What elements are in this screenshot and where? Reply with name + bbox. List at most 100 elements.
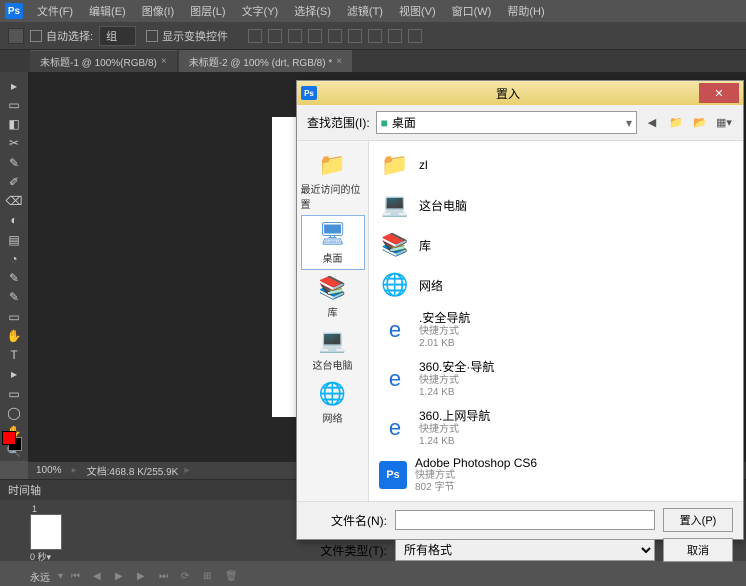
show-transform-label: 显示变换控件 [162,28,228,44]
zoom-level[interactable]: 100% [36,465,62,476]
marquee-tool[interactable]: ▭ [3,95,25,114]
filename-label: 文件名(N): [307,512,387,529]
gradient-tool[interactable]: ▤ [3,230,25,249]
file-item-shortcut[interactable]: e 360.安全·导航 快捷方式 1.24 KB [373,354,739,403]
pen-tool[interactable]: ✎ [3,269,25,288]
up-icon[interactable]: 📁 [667,114,685,132]
next-frame-icon[interactable]: ▶ [137,571,151,583]
place-label: 库 [328,304,338,319]
place-recent[interactable]: 📁 最近访问的位置 [301,147,365,215]
menu-image[interactable]: 图像(I) [134,0,182,22]
align-icon[interactable] [328,29,342,43]
file-name: 360.上网导航 [419,407,490,424]
file-list[interactable]: 📁 zl 💻 这台电脑 📚 库 🌐 网络 e .安全导航 快捷方式 2.0 [369,141,743,501]
menu-select[interactable]: 选择(S) [286,0,339,22]
crop-tool[interactable]: ✂ [3,134,25,153]
app-logo: Ps [5,3,23,19]
new-folder-icon[interactable]: 📂 [691,114,709,132]
filetype-select[interactable]: 所有格式 [395,539,655,561]
cancel-button[interactable]: 取消 [663,538,733,562]
file-item-network[interactable]: 🌐 网络 [373,265,739,305]
menu-type[interactable]: 文字(Y) [234,0,287,22]
delete-frame-icon[interactable]: 🗑 [225,571,239,583]
frame-duration[interactable]: 0 秒▾ [30,550,66,563]
view-menu-icon[interactable]: ▦▾ [715,114,733,132]
shape-tool[interactable]: ▭ [3,307,25,326]
menu-help[interactable]: 帮助(H) [499,0,552,22]
file-meta: 快捷方式 [419,326,470,338]
place-button[interactable]: 置入(P) [663,508,733,532]
align-icons [248,29,422,43]
menu-view[interactable]: 视图(V) [391,0,444,22]
place-desktop[interactable]: 🖥 桌面 [301,215,365,270]
align-icon[interactable] [248,29,262,43]
menu-filter[interactable]: 滤镜(T) [339,0,391,22]
lookin-dropdown[interactable]: ■ 桌面 ▾ [376,111,637,134]
menu-file[interactable]: 文件(F) [29,0,81,22]
rectangle-tool[interactable]: ▭ [3,384,25,403]
options-toolbar: 自动选择: 组 显示变换控件 [0,22,746,50]
auto-select-checkbox[interactable] [30,30,42,42]
folder-icon: 📁 [379,149,411,181]
timeline-frame[interactable] [30,514,62,550]
file-item-shortcut[interactable]: e .安全导航 快捷方式 2.01 KB [373,305,739,354]
first-frame-icon[interactable]: ⏮ [71,571,85,583]
align-icon[interactable] [408,29,422,43]
type-tool[interactable]: T [3,346,25,365]
file-item-shortcut[interactable]: ↔ Bandizip 快捷方式 [373,498,739,501]
file-item-computer[interactable]: 💻 这台电脑 [373,185,739,225]
tab-close-icon[interactable]: × [161,56,167,67]
align-icon[interactable] [268,29,282,43]
menu-layer[interactable]: 图层(L) [182,0,233,22]
direct-select-tool[interactable]: ▸ [3,365,25,384]
align-icon[interactable] [308,29,322,43]
foreground-color-swatch[interactable] [2,431,16,445]
play-icon[interactable]: ▶ [115,571,129,583]
last-frame-icon[interactable]: ⏭ [159,571,173,583]
ellipse-tool[interactable]: ◯ [3,403,25,422]
new-frame-icon[interactable]: ⊞ [203,571,217,583]
move-tool-icon[interactable] [8,28,24,44]
timeline-controls: 永远 ▾ ⏮ ◀ ▶ ▶ ⏭ ⟳ ⊞ 🗑 [0,567,746,586]
document-tab[interactable]: 未标题-1 @ 100%(RGB/8) × [30,50,177,72]
dialog-titlebar[interactable]: Ps 置入 ✕ [297,81,743,105]
brush-tool[interactable]: ✐ [3,172,25,191]
dodge-tool[interactable]: ◔ [3,249,25,268]
align-icon[interactable] [288,29,302,43]
auto-select-label: 自动选择: [46,28,93,44]
place-network[interactable]: 🌐 网络 [301,376,365,429]
eyedropper-tool[interactable]: ✎ [3,153,25,172]
tab-close-icon[interactable]: × [336,56,342,67]
filename-input[interactable] [395,510,655,530]
align-icon[interactable] [348,29,362,43]
place-computer[interactable]: 💻 这台电脑 [301,323,365,376]
tween-icon[interactable]: ⟳ [181,571,195,583]
dialog-close-button[interactable]: ✕ [699,83,739,103]
auto-select-dropdown[interactable]: 组 [99,26,136,46]
align-icon[interactable] [368,29,382,43]
libraries-icon: 📚 [317,274,349,302]
file-item-folder[interactable]: 📁 zl [373,145,739,185]
loop-dropdown[interactable]: 永远 [30,569,50,584]
pencil-tool[interactable]: ✎ [3,288,25,307]
place-libraries[interactable]: 📚 库 [301,270,365,323]
show-transform-checkbox[interactable] [146,30,158,42]
file-item-libraries[interactable]: 📚 库 [373,225,739,265]
tab-label: 未标题-2 @ 100% (drt, RGB/8) * [189,54,333,69]
file-item-shortcut[interactable]: e 360.上网导航 快捷方式 1.24 KB [373,403,739,452]
align-icon[interactable] [388,29,402,43]
stamp-tool[interactable]: ⌫ [3,192,25,211]
document-tab[interactable]: 未标题-2 @ 100% (drt, RGB/8) * × [179,50,352,72]
back-icon[interactable]: ◀ [643,114,661,132]
menu-edit[interactable]: 编辑(E) [81,0,134,22]
eraser-tool[interactable]: ◐ [3,211,25,230]
ie-icon: e [379,314,411,346]
place-label: 最近访问的位置 [301,181,365,211]
lasso-tool[interactable]: ◧ [3,115,25,134]
file-item-shortcut[interactable]: Ps Adobe Photoshop CS6 快捷方式 802 字节 [373,452,739,498]
menu-window[interactable]: 窗口(W) [444,0,500,22]
path-tool[interactable]: ✋ [3,326,25,345]
prev-frame-icon[interactable]: ◀ [93,571,107,583]
ie-icon: e [379,412,411,444]
move-tool[interactable]: ▸ [3,76,25,95]
